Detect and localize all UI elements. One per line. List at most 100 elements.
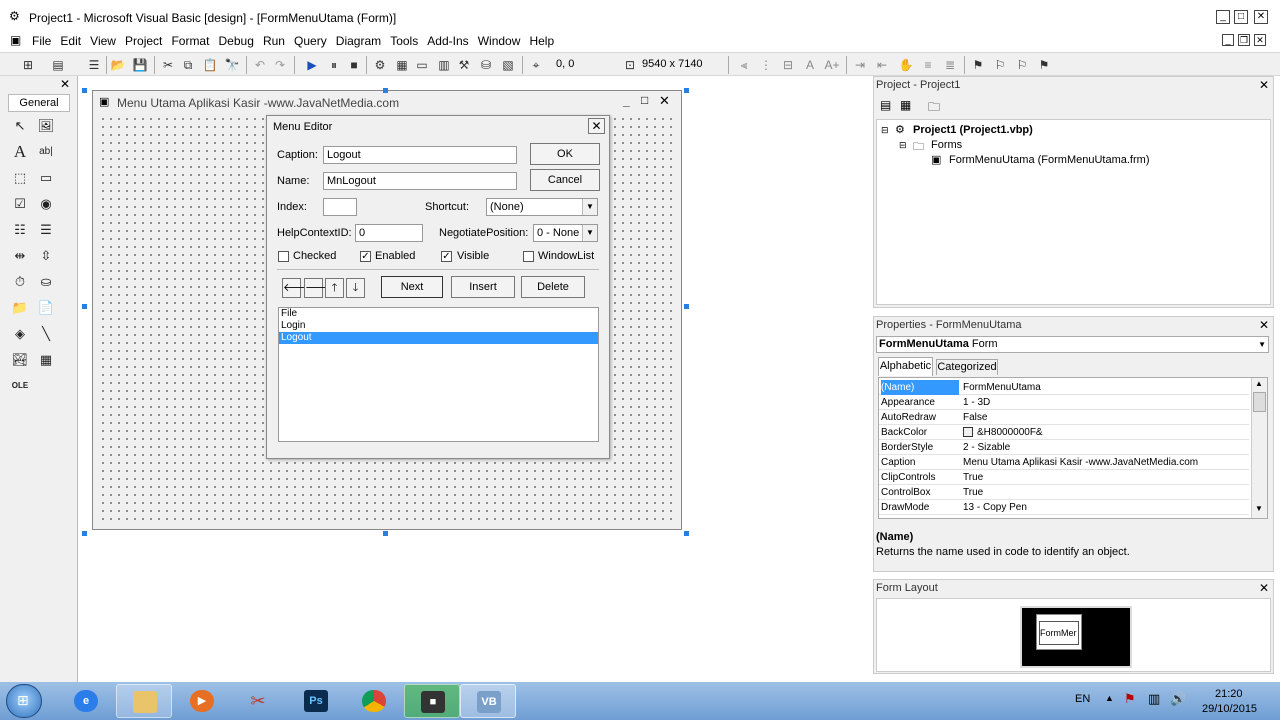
list-item[interactable]: File (279, 308, 598, 320)
tree-project-root[interactable]: Project1 (Project1.vbp) (913, 124, 1033, 136)
property-row[interactable]: ClipControls True (879, 470, 1249, 485)
commandbutton-tool-icon[interactable]: ▭ (36, 168, 56, 188)
mdi-close-button[interactable]: ✕ (1254, 34, 1266, 46)
menu-editor-icon[interactable]: ☰ (86, 57, 102, 73)
menu-project[interactable]: Project (122, 33, 165, 49)
language-indicator[interactable]: EN (1075, 693, 1090, 705)
name-input[interactable]: MnLogout (323, 172, 517, 190)
property-value[interactable]: 13 - Copy Pen (963, 500, 1027, 515)
helpcontextid-input[interactable]: 0 (355, 224, 423, 242)
taskbar-recorder[interactable]: ■ (404, 684, 460, 718)
checkbox-tool-icon[interactable]: ☑ (10, 194, 30, 214)
pointer-tool-icon[interactable]: ↖ (10, 116, 30, 136)
listbox-tool-icon[interactable]: ☰ (36, 220, 56, 240)
open-project-icon[interactable]: 📂 (110, 57, 126, 73)
show-hidden-icons-icon[interactable]: ▲ (1105, 693, 1114, 703)
taskbar-explorer[interactable] (116, 684, 172, 718)
move-down-arrow-icon[interactable]: 🡓 (346, 278, 365, 298)
shape-tool-icon[interactable]: ◈ (10, 324, 30, 344)
tab-alphabetic[interactable]: Alphabetic (878, 357, 933, 376)
indent-icon[interactable]: ⇥ (852, 57, 868, 73)
tree-forms-folder[interactable]: Forms (931, 139, 962, 151)
align-centers-icon[interactable]: ⋮ (758, 57, 774, 73)
resize-handle-bottom-mid[interactable] (383, 531, 388, 536)
list-item[interactable]: Login (279, 320, 598, 332)
menu-edit[interactable]: Edit (57, 33, 84, 49)
redo-icon[interactable]: ↷ (272, 57, 288, 73)
find-icon[interactable]: 🔭 (224, 57, 240, 73)
project-panel-close-button[interactable]: ✕ (1258, 79, 1270, 91)
property-row[interactable]: Caption Menu Utama Aplikasi Kasir -www.Ja… (879, 455, 1249, 470)
menu-query[interactable]: Query (291, 33, 330, 49)
menu-debug[interactable]: Debug (216, 33, 257, 49)
end-icon[interactable]: ■ (346, 57, 362, 73)
next-bookmark-icon[interactable]: ⚐ (992, 57, 1008, 73)
combobox-tool-icon[interactable]: ☷ (10, 220, 30, 240)
menu-addins[interactable]: Add-Ins (424, 33, 471, 49)
tab-categorized[interactable]: Categorized (936, 359, 998, 375)
resize-handle-mid-left[interactable] (82, 304, 87, 309)
toolbox-icon[interactable]: ⚒ (456, 57, 472, 73)
increase-font-icon[interactable]: A (802, 57, 818, 73)
menu-help[interactable]: Help (526, 33, 557, 49)
textbox-tool-icon[interactable]: ab| (36, 142, 56, 162)
property-value[interactable]: FormMenuUtama (963, 380, 1041, 395)
project-explorer-icon[interactable]: ⚙ (372, 57, 388, 73)
property-value[interactable]: True (963, 470, 983, 485)
copy-icon[interactable]: ⧉ (180, 57, 196, 73)
menu-diagram[interactable]: Diagram (333, 33, 384, 49)
shortcut-select[interactable]: (None) ▼ (486, 198, 598, 216)
menu-run[interactable]: Run (260, 33, 288, 49)
next-button[interactable]: Next (381, 276, 443, 298)
clock-date[interactable]: 29/10/2015 (1202, 703, 1257, 715)
make-same-size-icon[interactable]: ⊟ (780, 57, 796, 73)
save-project-icon[interactable]: 💾 (132, 57, 148, 73)
property-value[interactable]: False (963, 410, 987, 425)
property-row[interactable]: ControlBox True (879, 485, 1249, 500)
maximize-button[interactable]: □ (1234, 10, 1248, 24)
add-form-icon[interactable]: ▤ (50, 57, 66, 73)
insert-button[interactable]: Insert (451, 276, 515, 298)
add-project-icon[interactable]: ⊞ (20, 57, 36, 73)
comment-block-icon[interactable]: ≡ (920, 57, 936, 73)
taskbar-photoshop[interactable]: Ps (288, 684, 344, 718)
menu-item-list[interactable]: File Login Logout (278, 307, 599, 442)
action-center-icon[interactable]: ⚑ (1124, 691, 1136, 707)
dirlistbox-tool-icon[interactable]: 📁 (10, 298, 30, 318)
minimize-button[interactable]: _ (1216, 10, 1230, 24)
resize-handle-bottom-left[interactable] (82, 531, 87, 536)
align-lefts-icon[interactable]: ⫷ (736, 57, 752, 73)
resize-handle-top-right[interactable] (684, 88, 689, 93)
outdent-icon[interactable]: ⇤ (874, 57, 890, 73)
taskbar-media-player[interactable]: ▶ (174, 684, 230, 718)
visible-checkbox[interactable]: ✓ (441, 251, 452, 262)
timer-tool-icon[interactable]: ⏱ (10, 272, 30, 292)
chevron-down-icon[interactable]: ▼ (582, 225, 597, 241)
data-tool-icon[interactable]: ▦ (36, 350, 56, 370)
image-tool-icon[interactable]: 🏞 (10, 350, 30, 370)
resize-handle-mid-right[interactable] (684, 304, 689, 309)
caption-input[interactable]: Logout (323, 146, 517, 164)
component-manager-icon[interactable]: ▧ (500, 57, 516, 73)
property-value[interactable]: 2 - Sizable (963, 440, 1010, 455)
enabled-checkbox[interactable]: ✓ (360, 251, 371, 262)
prev-bookmark-icon[interactable]: ⚐ (1014, 57, 1030, 73)
move-up-arrow-icon[interactable]: 🡑 (325, 278, 344, 298)
ok-button[interactable]: OK (530, 143, 600, 165)
menu-tools[interactable]: Tools (387, 33, 421, 49)
menu-view[interactable]: View (87, 33, 119, 49)
frame-tool-icon[interactable]: ⬚ (10, 168, 30, 188)
object-browser-icon[interactable]: ▥ (436, 57, 452, 73)
picturebox-tool-icon[interactable]: 🖼 (36, 116, 56, 136)
tree-collapse-icon[interactable]: ⊟ (881, 125, 889, 136)
menu-file[interactable]: File (29, 33, 54, 49)
scroll-down-icon[interactable]: ▼ (1255, 504, 1263, 513)
object-select[interactable]: FormMenuUtama Form ▼ (876, 336, 1269, 353)
data-view-icon[interactable]: ⛁ (478, 57, 494, 73)
property-row[interactable]: BackColor &H8000000F& (879, 425, 1249, 440)
chevron-down-icon[interactable]: ▼ (1258, 337, 1266, 352)
property-value[interactable]: 1 - 3D (963, 395, 990, 410)
paste-icon[interactable]: 📋 (202, 57, 218, 73)
outdent-arrow-left-icon[interactable]: 🡐 (282, 278, 313, 298)
property-row[interactable]: AutoRedraw False (879, 410, 1249, 425)
